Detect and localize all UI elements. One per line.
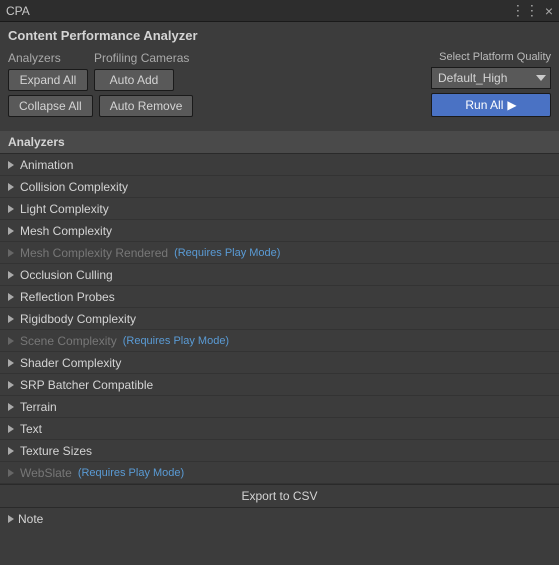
requires-play-mode-tag: (Requires Play Mode) [78,467,184,479]
auto-remove-button[interactable]: Auto Remove [99,95,194,117]
note-item[interactable]: Note [0,507,559,529]
item-label: Text [20,422,42,436]
export-csv-label: Export to CSV [241,489,317,503]
item-label: Texture Sizes [20,444,92,458]
item-label: Mesh Complexity [20,224,112,238]
list-item[interactable]: Mesh Complexity [0,220,559,242]
list-item[interactable]: Light Complexity [0,198,559,220]
select-platform-label: Select Platform Quality [439,51,551,63]
analyzers-section-label: Analyzers [8,135,65,149]
expand-arrow-icon [8,249,14,257]
analyzers-label: Analyzers [8,51,88,65]
run-all-label: Run All [465,98,503,112]
run-all-button[interactable]: Run All ▶ [431,93,551,117]
panel-title: Content Performance Analyzer [8,28,551,43]
toolbar-row: Analyzers Profiling Cameras Expand All A… [8,51,551,117]
expand-arrow-icon [8,447,14,455]
list-item[interactable]: Terrain [0,396,559,418]
run-all-icon: ▶ [507,98,516,112]
panel-header: Content Performance Analyzer Analyzers P… [0,22,559,129]
item-label: Rigidbody Complexity [20,312,136,326]
expand-arrow-icon [8,161,14,169]
expand-arrow-icon [8,403,14,411]
requires-play-mode-tag: (Requires Play Mode) [123,335,229,347]
list-item[interactable]: Scene Complexity (Requires Play Mode) [0,330,559,352]
title-bar-controls: ⋮⋮ × [511,2,553,19]
expand-arrow-icon [8,227,14,235]
expand-arrow-icon [8,293,14,301]
list-item[interactable]: Rigidbody Complexity [0,308,559,330]
item-label: Shader Complexity [20,356,121,370]
list-item[interactable]: Reflection Probes [0,286,559,308]
left-buttons: Analyzers Profiling Cameras Expand All A… [8,51,193,117]
item-label: Mesh Complexity Rendered [20,246,168,260]
expand-arrow-icon [8,271,14,279]
item-label: WebSlate [20,466,72,480]
list-item[interactable]: Shader Complexity [0,352,559,374]
analyzer-list: Animation Collision Complexity Light Compl… [0,154,559,484]
expand-arrow-icon [8,337,14,345]
expand-arrow-icon [8,205,14,213]
list-item[interactable]: Texture Sizes [0,440,559,462]
analyzers-section: Analyzers Animation Collision Complexity L… [0,131,559,484]
auto-add-button[interactable]: Auto Add [94,69,174,91]
list-item[interactable]: Text [0,418,559,440]
item-label: Reflection Probes [20,290,115,304]
list-item[interactable]: Animation [0,154,559,176]
item-label: Terrain [20,400,57,414]
window-title: CPA [6,4,30,18]
expand-arrow-icon [8,315,14,323]
item-label: Occlusion Culling [20,268,113,282]
labels-row: Analyzers Profiling Cameras [8,51,193,65]
title-bar: CPA ⋮⋮ × [0,0,559,22]
note-arrow-icon [8,515,14,523]
analyzers-section-header: Analyzers [0,131,559,154]
collapse-all-button[interactable]: Collapse All [8,95,93,117]
export-csv-row[interactable]: Export to CSV [0,484,559,507]
profiling-cameras-label: Profiling Cameras [94,51,189,65]
list-item[interactable]: WebSlate (Requires Play Mode) [0,462,559,484]
toolbar-left: Analyzers Profiling Cameras Expand All A… [8,51,193,117]
select-platform-row: Default_High Default_Low Default_Medium [431,67,551,89]
title-bar-left: CPA [6,4,30,18]
close-icon[interactable]: × [545,3,553,19]
list-item[interactable]: Collision Complexity [0,176,559,198]
buttons-row2: Collapse All Auto Remove [8,95,193,117]
note-label: Note [18,512,43,526]
expand-arrow-icon [8,183,14,191]
item-label: Light Complexity [20,202,109,216]
list-item[interactable]: Mesh Complexity Rendered (Requires Play M… [0,242,559,264]
platform-quality-select[interactable]: Default_High Default_Low Default_Medium [431,67,551,89]
buttons-row1: Expand All Auto Add [8,69,193,91]
expand-arrow-icon [8,425,14,433]
expand-arrow-icon [8,381,14,389]
item-label: SRP Batcher Compatible [20,378,153,392]
item-label: Scene Complexity [20,334,117,348]
list-item[interactable]: Occlusion Culling [0,264,559,286]
toolbar-right: Select Platform Quality Default_High Def… [431,51,551,117]
expand-all-button[interactable]: Expand All [8,69,88,91]
item-label: Collision Complexity [20,180,128,194]
expand-arrow-icon [8,359,14,367]
requires-play-mode-tag: (Requires Play Mode) [174,247,280,259]
expand-arrow-icon [8,469,14,477]
item-label: Animation [20,158,73,172]
list-item[interactable]: SRP Batcher Compatible [0,374,559,396]
more-options-icon[interactable]: ⋮⋮ [511,2,539,19]
